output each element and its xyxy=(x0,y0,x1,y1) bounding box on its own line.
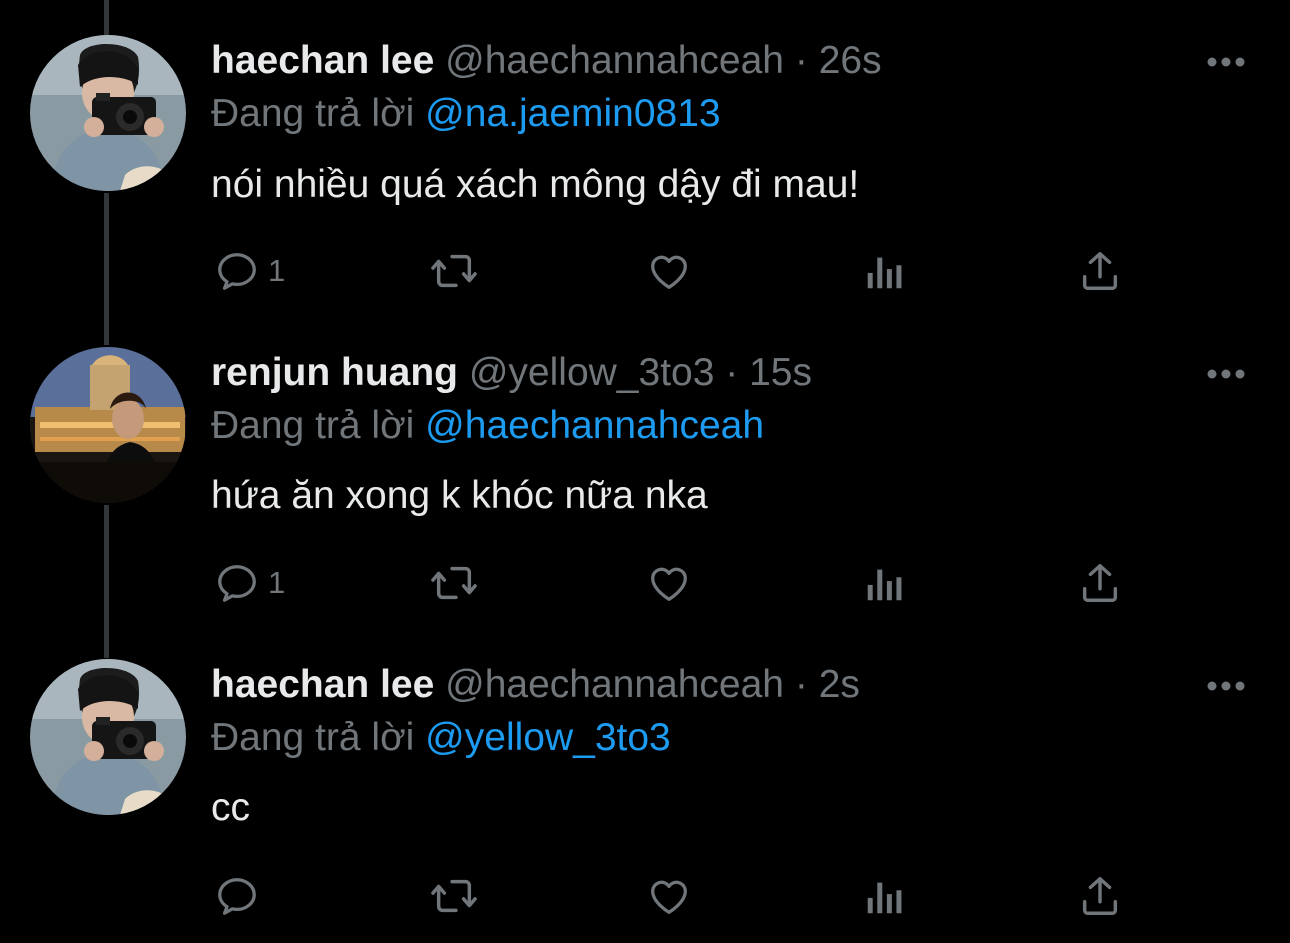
like-button[interactable] xyxy=(645,557,693,609)
more-icon[interactable] xyxy=(1206,55,1246,67)
views-button[interactable] xyxy=(862,245,906,297)
handle[interactable]: @haechannahceah xyxy=(445,39,784,82)
tweet-text: hứa ăn xong k khóc nữa nka xyxy=(211,474,708,517)
tweet-text: cc xyxy=(211,786,250,829)
like-button[interactable] xyxy=(645,245,693,297)
tweet-header: renjun huang @yellow_3to3 · 15s xyxy=(211,350,812,396)
share-button[interactable] xyxy=(1077,245,1123,297)
timestamp[interactable]: 26s xyxy=(819,39,882,82)
mention-link[interactable]: @haechannahceah xyxy=(425,404,764,447)
retweet-button[interactable] xyxy=(428,870,480,922)
separator: · xyxy=(794,39,808,82)
tweet-header: haechan lee @haechannahceah · 26s xyxy=(211,38,882,84)
views-icon xyxy=(867,882,902,914)
replying-prefix: Đang trả lời xyxy=(211,92,415,135)
reply-button[interactable]: 1 xyxy=(214,557,285,609)
share-icon xyxy=(1082,564,1118,602)
timestamp[interactable]: 15s xyxy=(749,351,812,394)
mention-link[interactable]: @yellow_3to3 xyxy=(425,716,671,759)
reply-icon xyxy=(218,878,256,915)
share-icon xyxy=(1082,252,1118,290)
replying-to: Đang trả lời @yellow_3to3 xyxy=(211,715,671,761)
replying-prefix: Đang trả lời xyxy=(211,716,415,759)
views-icon xyxy=(867,257,902,289)
share-button[interactable] xyxy=(1077,870,1123,922)
handle[interactable]: @haechannahceah xyxy=(445,663,784,706)
like-icon xyxy=(651,255,687,289)
mention-link[interactable]: @na.jaemin0813 xyxy=(425,92,720,135)
reply-count: 1 xyxy=(268,253,286,288)
views-icon xyxy=(867,569,902,601)
replying-to: Đang trả lời @haechannahceah xyxy=(211,403,764,449)
thread-line-top xyxy=(104,0,109,35)
avatar[interactable] xyxy=(30,659,186,815)
handle[interactable]: @yellow_3to3 xyxy=(469,351,715,394)
display-name[interactable]: haechan lee xyxy=(211,663,434,706)
reply-icon xyxy=(218,253,256,290)
retweet-icon xyxy=(431,879,477,913)
reply-count: 1 xyxy=(268,565,286,600)
reply-button[interactable]: 1 xyxy=(214,245,285,297)
avatar[interactable] xyxy=(30,347,186,503)
timestamp[interactable]: 2s xyxy=(819,663,860,706)
more-icon[interactable] xyxy=(1206,367,1246,379)
avatar[interactable] xyxy=(30,35,186,191)
retweet-icon xyxy=(431,566,477,600)
reply-icon xyxy=(218,565,256,602)
replying-to: Đang trả lời @na.jaemin0813 xyxy=(211,91,721,137)
like-icon xyxy=(651,567,687,601)
like-button[interactable] xyxy=(645,870,693,922)
tweet-text: nói nhiều quá xách mông dậy đi mau! xyxy=(211,163,860,206)
display-name[interactable]: haechan lee xyxy=(211,39,434,82)
like-icon xyxy=(651,880,687,914)
reply-button[interactable] xyxy=(214,870,268,922)
retweet-button[interactable] xyxy=(428,245,480,297)
thread-line xyxy=(104,193,109,345)
retweet-button[interactable] xyxy=(428,557,480,609)
views-button[interactable] xyxy=(862,870,906,922)
separator: · xyxy=(725,351,739,394)
separator: · xyxy=(794,663,808,706)
display-name[interactable]: renjun huang xyxy=(211,351,458,394)
share-button[interactable] xyxy=(1077,557,1123,609)
more-icon[interactable] xyxy=(1206,679,1246,691)
thread-line xyxy=(104,505,109,658)
tweet-header: haechan lee @haechannahceah · 2s xyxy=(211,662,860,708)
share-icon xyxy=(1082,877,1118,915)
replying-prefix: Đang trả lời xyxy=(211,404,415,447)
views-button[interactable] xyxy=(862,557,906,609)
retweet-icon xyxy=(431,254,477,288)
